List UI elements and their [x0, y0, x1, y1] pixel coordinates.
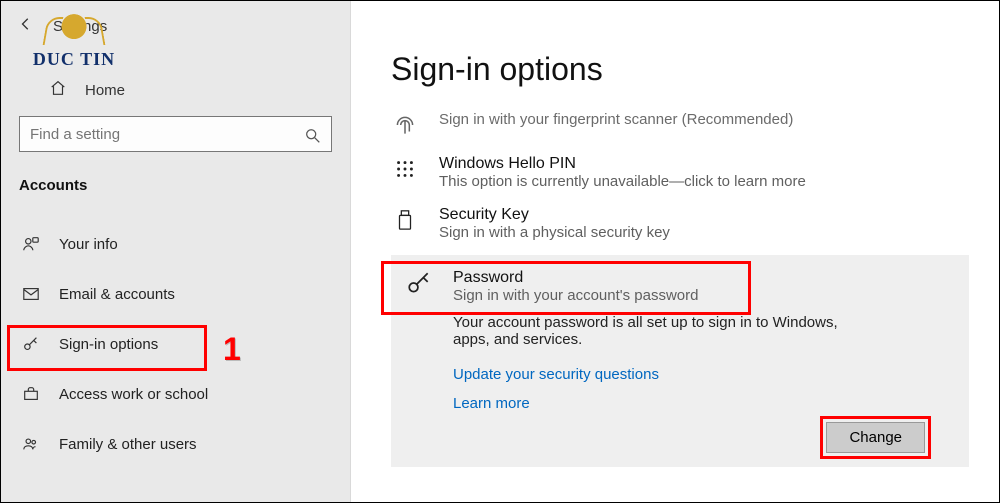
search-input[interactable]: [19, 116, 332, 152]
nav-your-info[interactable]: Your info: [1, 219, 350, 269]
key-icon: [21, 334, 41, 354]
nav-label: Access work or school: [59, 386, 208, 403]
nav-label: Email & accounts: [59, 286, 175, 303]
nav-access-work-school[interactable]: Access work or school: [1, 369, 350, 419]
nav-label: Sign-in options: [59, 336, 158, 353]
search-icon: [304, 127, 322, 145]
back-arrow-icon[interactable]: [19, 17, 33, 35]
option-pin[interactable]: Windows Hello PIN This option is current…: [391, 147, 969, 198]
change-button[interactable]: Change: [826, 422, 925, 453]
option-title: Password: [453, 269, 699, 287]
nav-list: Your info Email & accounts Sign-in optio…: [1, 219, 350, 469]
nav-label: Your info: [59, 236, 118, 253]
option-password[interactable]: Password Sign in with your account's pas…: [405, 269, 955, 304]
option-title: Security Key: [439, 206, 670, 224]
nav-sign-in-options[interactable]: Sign-in options: [1, 319, 350, 369]
home-icon: [49, 79, 67, 101]
nav-label: Family & other users: [59, 436, 197, 453]
page-title: Sign-in options: [391, 51, 969, 88]
mail-icon: [21, 284, 41, 304]
pin-keypad-icon: [391, 155, 419, 183]
main-panel: Sign-in options Sign in with your finger…: [351, 1, 999, 502]
fingerprint-icon: [391, 111, 419, 139]
home-nav[interactable]: Home: [19, 79, 332, 101]
key-icon: [405, 269, 433, 297]
option-security-key[interactable]: Security Key Sign in with a physical sec…: [391, 198, 969, 249]
sidebar: Settings Home Accounts Your info: [1, 1, 351, 502]
header-row: Settings: [19, 11, 332, 41]
briefcase-icon: [21, 384, 41, 404]
learn-more-link[interactable]: Learn more: [453, 395, 955, 412]
option-subtitle: Sign in with your fingerprint scanner (R…: [439, 111, 793, 128]
option-subtitle: Sign in with your account's password: [453, 287, 699, 304]
option-subtitle: This option is currently unavailable—cli…: [439, 173, 806, 190]
window-title: Settings: [53, 18, 107, 35]
search-box[interactable]: [19, 116, 332, 152]
usb-key-icon: [391, 206, 419, 234]
nav-family-users[interactable]: Family & other users: [1, 419, 350, 469]
nav-email-accounts[interactable]: Email & accounts: [1, 269, 350, 319]
password-status: Your account password is all set up to s…: [453, 314, 853, 348]
home-label: Home: [85, 82, 125, 99]
option-title: Windows Hello PIN: [439, 155, 806, 173]
option-fingerprint[interactable]: Sign in with your fingerprint scanner (R…: [391, 103, 969, 147]
category-title: Accounts: [19, 177, 332, 194]
option-subtitle: Sign in with a physical security key: [439, 224, 670, 241]
user-icon: [21, 234, 41, 254]
people-icon: [21, 434, 41, 454]
option-password-expanded: Password Sign in with your account's pas…: [391, 255, 969, 467]
update-security-questions-link[interactable]: Update your security questions: [453, 366, 955, 383]
